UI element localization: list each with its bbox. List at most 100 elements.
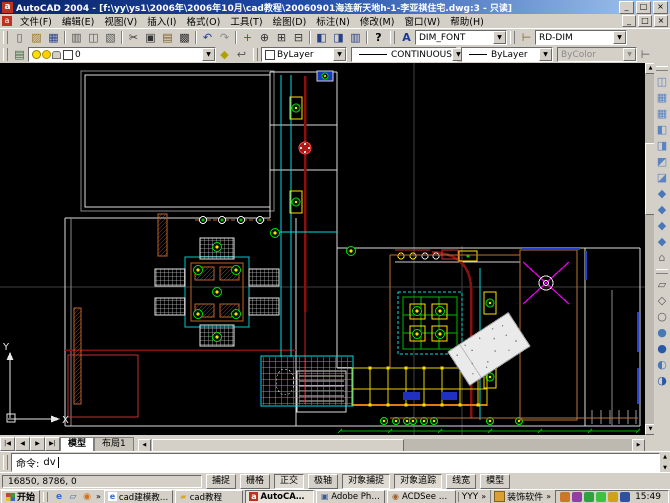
toolbar-grip[interactable] xyxy=(656,66,668,71)
tab-model[interactable]: 模型 xyxy=(60,437,94,451)
text-style-dropdown[interactable]: DIM_FONT ▼ xyxy=(415,30,507,45)
toolbar-grip[interactable] xyxy=(253,48,258,61)
minimize-button[interactable]: _ xyxy=(619,1,634,14)
layer-previous-icon[interactable]: ↩ xyxy=(233,47,250,62)
open-icon[interactable]: ▨ xyxy=(28,30,45,45)
left-view-icon[interactable]: ◧ xyxy=(655,122,670,138)
se-isometric-icon[interactable]: ◆ xyxy=(655,202,670,218)
tab-nav-first[interactable]: |◀ xyxy=(0,437,15,451)
menu-item-8[interactable]: 修改(M) xyxy=(355,14,400,28)
status-toggle-osnap[interactable]: 对象捕捉 xyxy=(342,474,390,489)
dim-style-icon[interactable]: ⊢ xyxy=(518,30,535,45)
text-style-icon[interactable]: A xyxy=(398,30,415,45)
hidden-icon[interactable]: ○ xyxy=(655,309,670,325)
designcenter-icon[interactable]: ◨ xyxy=(330,30,347,45)
top-view-icon[interactable]: ▦ xyxy=(655,90,670,106)
nw-isometric-icon[interactable]: ◆ xyxy=(655,234,670,250)
menu-item-9[interactable]: 窗口(W) xyxy=(399,14,445,28)
status-toggle-grid[interactable]: 栅格 xyxy=(240,474,270,489)
tab-nav-next[interactable]: ▶ xyxy=(30,437,45,451)
status-toggle-otrack[interactable]: 对象追踪 xyxy=(394,474,442,489)
linetype-dropdown[interactable]: CONTINUOUS ▼ xyxy=(351,47,457,62)
task-button-photoshop[interactable]: ▣Adobe Photo... xyxy=(316,490,385,503)
command-input[interactable]: 命令: dv xyxy=(11,453,660,472)
quick-dimension-icon[interactable]: ⊢ xyxy=(637,47,654,62)
front-view-icon[interactable]: ◩ xyxy=(655,154,670,170)
status-toggle-polar[interactable]: 极轴 xyxy=(308,474,338,489)
match-properties-icon[interactable]: ▩ xyxy=(176,30,193,45)
copy-icon[interactable]: ▣ xyxy=(142,30,159,45)
dim-style-dropdown[interactable]: RD-DIM ▼ xyxy=(535,30,627,45)
new-icon[interactable]: ▯ xyxy=(11,30,28,45)
chevron-down-icon[interactable]: ▼ xyxy=(539,48,552,61)
task-button-acdsee[interactable]: ◉ACDSee v3.1... xyxy=(387,490,456,503)
media-player-icon[interactable]: ◉ xyxy=(81,491,93,503)
menu-item-3[interactable]: 插入(I) xyxy=(142,14,181,28)
menu-item-2[interactable]: 视图(V) xyxy=(99,14,142,28)
start-button[interactable]: 开始 xyxy=(1,490,40,503)
cad-canvas[interactable]: Y X xyxy=(0,63,645,435)
color-dropdown[interactable]: ByLayer ▼ xyxy=(261,47,347,62)
pan-icon[interactable]: + xyxy=(239,30,256,45)
ne-isometric-icon[interactable]: ◆ xyxy=(655,218,670,234)
back-view-icon[interactable]: ◪ xyxy=(655,170,670,186)
chevron-down-icon[interactable]: ▼ xyxy=(493,31,506,44)
mdi-restore-button[interactable]: □ xyxy=(638,15,652,27)
display-icon[interactable] xyxy=(620,492,630,502)
tab-layout1[interactable]: 布局1 xyxy=(94,437,134,451)
menu-item-7[interactable]: 标注(N) xyxy=(311,14,355,28)
bottom-view-icon[interactable]: ▦ xyxy=(655,106,670,122)
task-button-autocad[interactable]: aAutoCAD 200... xyxy=(245,490,314,503)
horizontal-scrollbar[interactable]: ◀ ▶ xyxy=(138,439,645,451)
status-toggle-lwt[interactable]: 线宽 xyxy=(446,474,476,489)
show-desktop-icon[interactable]: ▱ xyxy=(67,491,79,503)
task-button-cad-tutorial-folder[interactable]: ▰cad教程 xyxy=(175,490,244,503)
command-scrollbar[interactable]: ▲▼ xyxy=(660,454,670,471)
paste-icon[interactable]: ▤ xyxy=(159,30,176,45)
zoom-window-icon[interactable]: ⊞ xyxy=(273,30,290,45)
menu-item-10[interactable]: 帮助(H) xyxy=(445,14,489,28)
ie-icon[interactable]: e xyxy=(53,491,65,503)
layers-icon[interactable]: ▤ xyxy=(11,47,28,62)
command-window-grip[interactable] xyxy=(3,455,8,470)
layer-dropdown[interactable]: 0 ▼ xyxy=(28,47,216,62)
drawing-area[interactable]: Y X xyxy=(0,63,645,435)
desk-toolbar-decor[interactable]: 装饰软件 » xyxy=(490,490,555,503)
toolbar-grip[interactable] xyxy=(510,31,515,44)
menu-item-0[interactable]: 文件(F) xyxy=(15,14,57,28)
toolbar-grip[interactable] xyxy=(656,269,668,274)
redo-icon[interactable]: ↷ xyxy=(216,30,233,45)
status-toggle-snap[interactable]: 捕捉 xyxy=(206,474,236,489)
tab-nav-last[interactable]: ▶| xyxy=(45,437,60,451)
properties-icon[interactable]: ◧ xyxy=(313,30,330,45)
zoom-realtime-icon[interactable]: ⊕ xyxy=(256,30,273,45)
publish-icon[interactable]: ▧ xyxy=(102,30,119,45)
menu-item-5[interactable]: 工具(T) xyxy=(225,14,267,28)
flat-shaded-icon[interactable]: ● xyxy=(655,325,670,341)
status-toggle-model[interactable]: 模型 xyxy=(480,474,510,489)
firewall-icon[interactable] xyxy=(608,492,618,502)
zoom-previous-icon[interactable]: ⊟ xyxy=(290,30,307,45)
named-views-icon[interactable]: ◫ xyxy=(655,74,670,90)
taskbar-grip[interactable] xyxy=(43,492,48,502)
cut-icon[interactable]: ✂ xyxy=(125,30,142,45)
task-button-cad-modeling-tutorial[interactable]: ecad建模教程... xyxy=(104,490,173,503)
plot-icon[interactable]: ▥ xyxy=(68,30,85,45)
2d-wireframe-icon[interactable]: ▱ xyxy=(655,277,670,293)
camera-icon[interactable]: ⌂ xyxy=(655,250,670,266)
toolbar-grip[interactable] xyxy=(3,31,8,44)
save-icon[interactable]: ▦ xyxy=(45,30,62,45)
mdi-minimize-button[interactable]: _ xyxy=(622,15,636,27)
chevron-down-icon[interactable]: ▼ xyxy=(202,48,215,61)
drawing-window-icon[interactable]: a xyxy=(2,16,12,26)
sw-isometric-icon[interactable]: ◆ xyxy=(655,186,670,202)
messenger-icon[interactable] xyxy=(572,492,582,502)
menu-item-1[interactable]: 编辑(E) xyxy=(57,14,99,28)
flat-edges-icon[interactable]: ◐ xyxy=(655,357,670,373)
gouraud-edges-icon[interactable]: ◑ xyxy=(655,373,670,389)
chevron-icon[interactable]: » xyxy=(545,492,552,501)
close-button[interactable]: × xyxy=(653,1,668,14)
chevron-icon[interactable]: » xyxy=(95,492,102,501)
chevron-down-icon[interactable]: ▼ xyxy=(613,31,626,44)
toolbar-grip[interactable] xyxy=(3,48,8,61)
